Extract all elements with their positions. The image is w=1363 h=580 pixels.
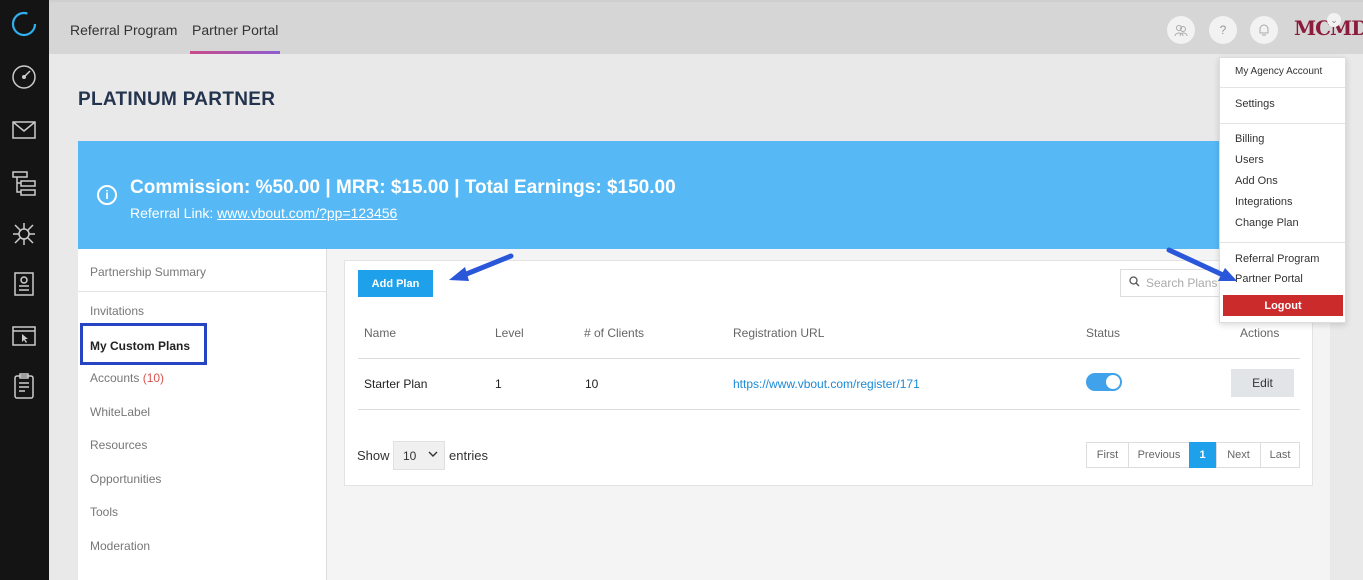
sidebar-item-moderation[interactable]: Moderation	[90, 539, 150, 553]
top-nav: Referral Program Partner Portal ? MCMD ⌄	[49, 0, 1363, 54]
help-icon[interactable]: ?	[1209, 16, 1237, 44]
plan-level: 1	[495, 377, 502, 391]
menu-item-add-ons[interactable]: Add Ons	[1235, 175, 1278, 187]
tab-referral-program[interactable]: Referral Program	[70, 22, 177, 38]
page-title: PLATINUM PARTNER	[78, 89, 276, 110]
toggle-knob	[1106, 375, 1120, 389]
sidebar-item-label: Accounts	[90, 371, 140, 385]
menu-item-users[interactable]: Users	[1235, 154, 1264, 166]
sidebar-item-accounts[interactable]: Accounts (10)	[90, 371, 164, 385]
pagination-last[interactable]: Last	[1260, 442, 1300, 468]
landing-page-icon[interactable]	[10, 322, 38, 350]
annotation-arrow-icon	[1166, 247, 1237, 281]
column-header-clients[interactable]: # of Clients	[584, 326, 644, 340]
entries-label: entries	[449, 448, 489, 463]
menu-item-partner-portal[interactable]: Partner Portal	[1235, 273, 1303, 285]
app-logo-icon[interactable]	[10, 10, 38, 38]
logout-button[interactable]: Logout	[1223, 295, 1343, 316]
menu-item-referral-program[interactable]: Referral Program	[1235, 253, 1319, 265]
search-icon	[1129, 276, 1140, 290]
referral-link-row: Referral Link: www.vbout.com/?pp=123456	[130, 205, 397, 221]
menu-header-agency-account[interactable]: My Agency Account	[1235, 66, 1322, 77]
annotation-arrow-icon	[449, 253, 514, 281]
page-length-value: 10	[403, 448, 417, 463]
dashboard-icon[interactable]	[10, 63, 38, 91]
add-plan-button[interactable]: Add Plan	[358, 270, 433, 297]
edit-button[interactable]: Edit	[1231, 369, 1294, 397]
menu-item-settings[interactable]: Settings	[1235, 98, 1275, 110]
sidebar-item-resources[interactable]: Resources	[90, 438, 147, 452]
sidebar-item-opportunities[interactable]: Opportunities	[90, 472, 161, 486]
divider	[78, 291, 326, 292]
info-icon: i	[97, 185, 117, 205]
plan-clients: 10	[585, 377, 599, 391]
plan-name: Starter Plan	[364, 377, 428, 391]
chevron-down-icon	[428, 449, 438, 462]
registration-url-link[interactable]: https://www.vbout.com/register/171	[733, 377, 920, 391]
chevron-down-icon[interactable]: ⌄	[1327, 13, 1341, 27]
column-header-registration-url[interactable]: Registration URL	[733, 326, 824, 340]
column-header-status[interactable]: Status	[1086, 326, 1120, 340]
divider	[358, 409, 1300, 410]
pagination-previous[interactable]: Previous	[1128, 442, 1190, 468]
divider	[1220, 123, 1345, 124]
column-header-level[interactable]: Level	[495, 326, 524, 340]
network-icon[interactable]	[10, 220, 38, 248]
workflow-icon[interactable]	[10, 169, 38, 197]
tasks-icon[interactable]	[10, 372, 38, 400]
commission-summary: Commission: %50.00 | MRR: $15.00 | Total…	[130, 177, 676, 198]
pagination-current-page[interactable]: 1	[1189, 442, 1216, 468]
app-rail	[0, 0, 49, 580]
sidebar-item-invitations[interactable]: Invitations	[90, 304, 144, 318]
tab-partner-portal[interactable]: Partner Portal	[189, 22, 281, 54]
notifications-icon[interactable]	[1250, 16, 1278, 44]
count-badge: (10)	[142, 371, 165, 385]
commission-banner: i Commission: %50.00 | MRR: $15.00 | Tot…	[78, 141, 1330, 249]
sidebar-item-whitelabel[interactable]: WhiteLabel	[90, 405, 150, 419]
divider	[358, 358, 1300, 359]
divider	[1220, 87, 1345, 88]
referral-link[interactable]: www.vbout.com/?pp=123456	[217, 205, 397, 221]
referral-link-label: Referral Link:	[130, 205, 214, 221]
pagination-first[interactable]: First	[1086, 442, 1129, 468]
show-label: Show	[357, 448, 390, 463]
partners-icon[interactable]	[1167, 16, 1195, 44]
menu-item-integrations[interactable]: Integrations	[1235, 196, 1292, 208]
email-icon[interactable]	[10, 116, 38, 144]
sidebar-item-partnership-summary[interactable]: Partnership Summary	[90, 265, 206, 279]
highlight-box	[80, 323, 207, 365]
column-header-name[interactable]: Name	[364, 326, 396, 340]
page-length-select[interactable]: 10	[393, 441, 445, 470]
pagination-next[interactable]: Next	[1216, 442, 1261, 468]
status-toggle[interactable]	[1086, 373, 1122, 391]
column-header-actions: Actions	[1240, 326, 1280, 340]
reports-icon[interactable]	[10, 270, 38, 298]
sidebar-item-tools[interactable]: Tools	[90, 505, 118, 519]
divider	[1220, 242, 1345, 243]
menu-item-billing[interactable]: Billing	[1235, 133, 1264, 145]
partner-sidebar: Partnership Summary Invitations My Custo…	[78, 249, 327, 580]
menu-item-change-plan[interactable]: Change Plan	[1235, 217, 1299, 229]
